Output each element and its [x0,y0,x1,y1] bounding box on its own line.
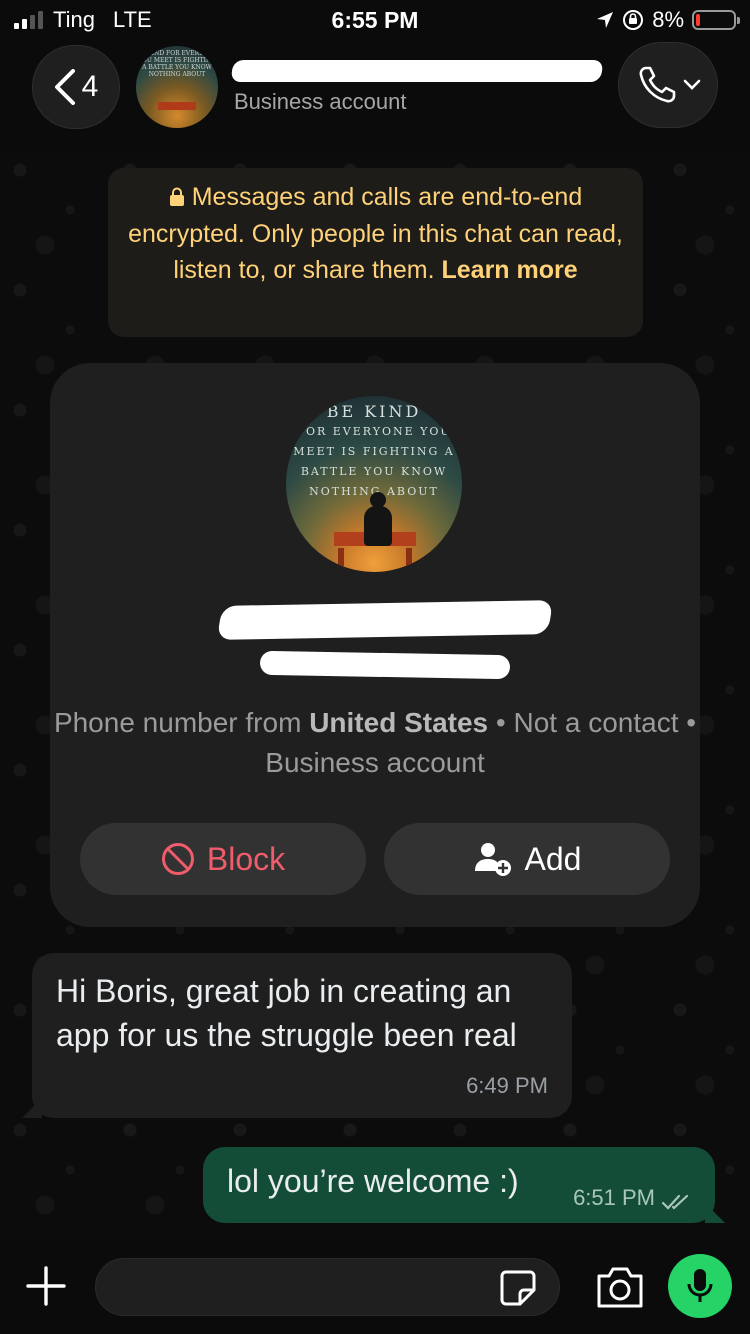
message-time: 6:49 PM [466,1073,548,1098]
add-label: Add [524,840,582,877]
contact-profile-photo[interactable]: BE KIND FOR EVERYONE YOU MEET IS FIGHTIN… [286,396,462,572]
chevron-left-icon [54,69,75,105]
add-contact-button[interactable]: Add [384,823,670,895]
battery-percent: 8% [652,7,684,32]
phone-icon [639,66,676,103]
block-label: Block [206,840,286,877]
contact-details: Phone number from United States • Not a … [50,703,700,783]
avatar-line-2: FOR EVERYONE YOU [296,425,452,438]
learn-more-link[interactable]: Learn more [442,256,578,284]
redacted-contact-name[interactable] [230,60,604,82]
location-icon [597,12,614,28]
message-input[interactable] [95,1258,560,1316]
lock-icon [169,187,184,206]
outgoing-message[interactable]: lol you’re welcome :) 6:51 PM [203,1147,725,1223]
attach-plus-icon[interactable] [24,1264,68,1308]
encryption-notice[interactable]: Messages and calls are end-to-end encryp… [108,168,643,337]
redacted-phone [259,650,511,680]
block-icon [161,843,194,875]
composer-bar [0,1240,750,1334]
camera-icon[interactable] [595,1264,645,1310]
sticker-icon[interactable] [498,1268,538,1308]
chevron-down-icon [683,79,701,90]
orientation-lock-icon [623,10,644,30]
block-button[interactable]: Block [80,823,366,895]
incoming-message[interactable]: Hi Boris, great job in creating an app f… [22,953,572,1118]
back-button[interactable]: 4 [32,45,120,129]
avatar-line-4: BATTLE YOU KNOW [300,465,448,478]
add-person-icon [474,843,511,876]
avatar-line-3: MEET IS FIGHTING A [293,445,455,458]
avatar-line-1: BE KIND [326,402,422,421]
read-receipt-icon [661,1194,689,1210]
unread-count: 4 [81,70,99,103]
header-subtitle[interactable]: Business account [234,89,406,115]
microphone-icon [687,1269,713,1302]
info-prefix: Phone number from [53,707,302,738]
contact-info-card: BE KIND FOR EVERYONE YOU MEET IS FIGHTIN… [50,363,700,927]
battery-icon [692,10,740,30]
redacted-name [216,600,554,640]
chat-header: 4 BE KIND FOR EVERYONE YOU MEET IS FIGHT… [0,40,750,150]
message-time: 6:51 PM [573,1185,655,1210]
country-label: United States [309,707,489,738]
status-bar: Ting LTE 6:55 PM 8% [0,0,750,40]
voice-record-button[interactable] [668,1254,732,1318]
call-button[interactable] [618,42,718,128]
contact-avatar[interactable]: BE KIND FOR EVERYONE YOU MEET IS FIGHTIN… [136,46,218,128]
message-text: Hi Boris, great job in creating an app f… [56,973,517,1053]
avatar-image-text: BE KIND FOR EVERYONE YOU MEET IS FIGHTIN… [136,50,218,78]
